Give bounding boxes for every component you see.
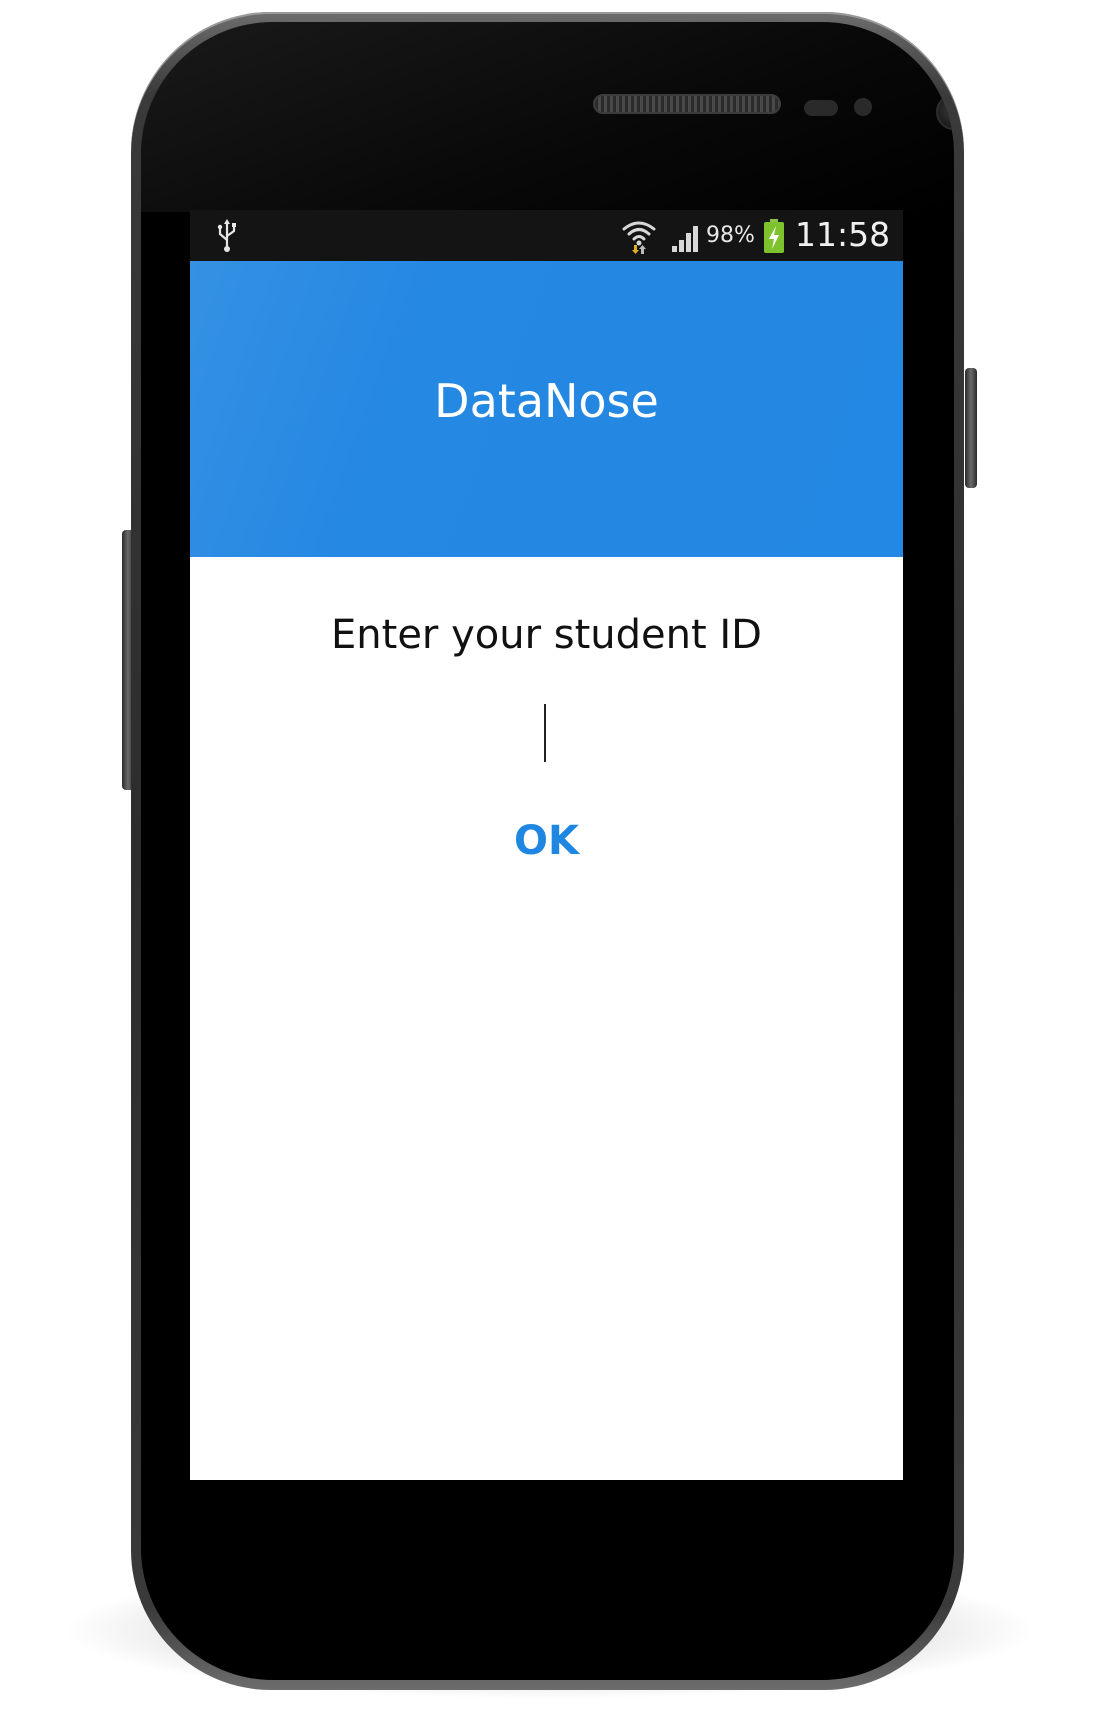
device-mockup: 98% 11:58 DataNose Enter your student ID… [0,0,1101,1709]
status-clock: 11:58 [795,215,891,254]
power-button [965,368,977,488]
student-id-input[interactable] [396,700,700,772]
earpiece-speaker [593,94,781,114]
light-sensor [854,98,872,116]
proximity-sensor [804,100,838,116]
battery-charging-icon [764,219,784,253]
battery-percent: 98% [706,223,755,248]
status-bar: 98% 11:58 [190,210,903,261]
bezel-gloss [141,22,954,212]
student-id-prompt: Enter your student ID [331,612,762,658]
wifi-icon [622,221,656,254]
cell-signal-icon [672,226,698,252]
phone-screen: 98% 11:58 DataNose Enter your student ID… [190,210,903,1480]
app-bar: DataNose [190,261,903,557]
text-cursor [544,704,546,762]
app-title: DataNose [434,374,659,428]
ok-button[interactable]: OK [490,806,603,876]
usb-icon [217,219,236,252]
